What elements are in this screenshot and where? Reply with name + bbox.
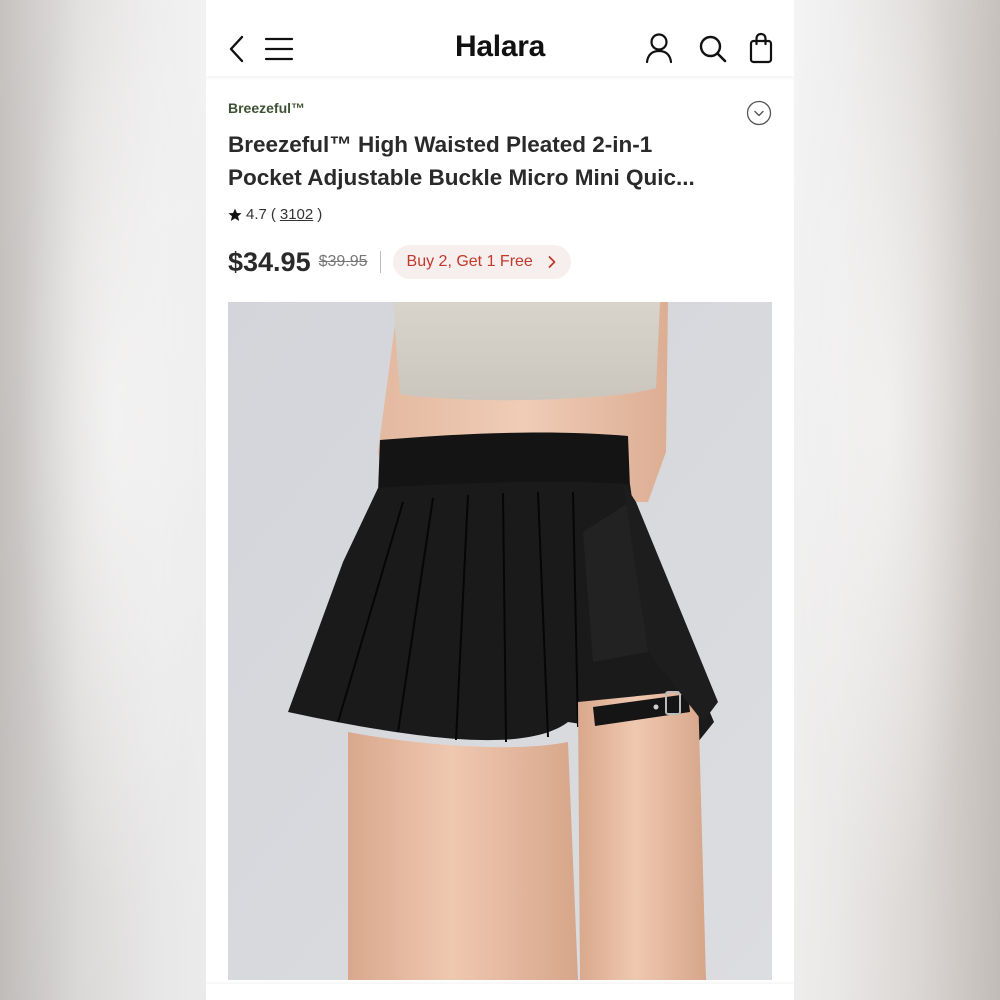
price-row: $34.95 $39.95 Buy 2, Get 1 Free	[228, 244, 571, 280]
product-image[interactable]	[228, 302, 772, 980]
background-left	[0, 0, 206, 1000]
original-price: $39.95	[318, 253, 368, 270]
review-count-link[interactable]: 3102	[280, 206, 313, 223]
promo-button[interactable]: Buy 2, Get 1 Free	[392, 245, 571, 279]
search-icon[interactable]	[698, 34, 728, 64]
promo-label: Buy 2, Get 1 Free	[406, 253, 533, 270]
product-photo	[228, 302, 772, 980]
brand-tag[interactable]: Breezeful™	[228, 100, 305, 116]
rating-value: 4.7	[246, 206, 267, 223]
product-title: Breezeful™ High Waisted Pleated 2-in-1 P…	[228, 128, 748, 194]
paren-open: (	[270, 206, 276, 223]
bottom-edge	[206, 984, 794, 1000]
chevron-right-icon	[548, 256, 556, 268]
star-icon	[228, 208, 242, 221]
paren-close: )	[317, 206, 323, 223]
product-title-line-2: Pocket Adjustable Buckle Micro Mini Quic…	[228, 165, 695, 190]
bag-icon[interactable]	[748, 32, 774, 64]
current-price: $34.95	[228, 246, 311, 277]
price-divider	[379, 251, 381, 273]
chevron-down-icon[interactable]	[746, 100, 772, 126]
user-icon[interactable]	[644, 32, 674, 64]
top-nav-bar: Halara	[206, 0, 794, 76]
product-page: Halara Breezeful™ Breezeful™ High Waiste…	[206, 0, 794, 1000]
background-right	[794, 0, 1000, 1000]
product-title-line-1: Breezeful™ High Waisted Pleated 2-in-1	[228, 132, 653, 157]
rating-row[interactable]: 4.7 ( 3102 )	[228, 206, 326, 223]
